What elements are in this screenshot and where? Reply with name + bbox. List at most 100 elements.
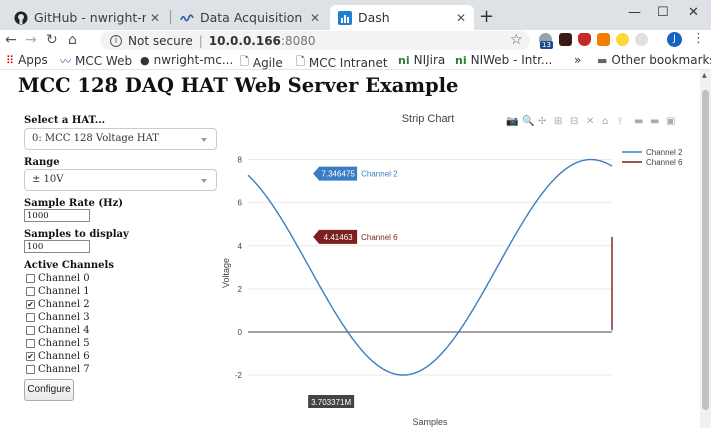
url-port: :8080 [280, 33, 316, 48]
chart-title: Strip Chart [402, 113, 455, 125]
bookmark-star-icon[interactable]: ☆ [510, 32, 523, 48]
checkbox-unchecked-icon[interactable] [26, 365, 35, 374]
pan-icon[interactable]: ✢ [538, 116, 546, 127]
hover-label-channel-6: 4.41463 Channel 6 [313, 229, 398, 244]
mcc-icon [180, 11, 194, 25]
menu-icon[interactable]: ⋮ [692, 31, 705, 46]
channel-checkbox-1[interactable]: Channel 1 [26, 286, 90, 297]
channel-label: Channel 6 [38, 351, 90, 362]
hover-compare-icon[interactable]: ▬ [650, 116, 659, 127]
checkbox-unchecked-icon[interactable] [26, 274, 35, 283]
sample-rate-input[interactable]: 1000 [24, 209, 90, 222]
forward-icon[interactable]: → [25, 30, 37, 50]
extension-icon[interactable] [616, 33, 629, 46]
ni-icon: ni [398, 53, 410, 67]
shield-extension-icon[interactable] [578, 33, 591, 46]
channel-checkbox-0[interactable]: Channel 0 [26, 273, 90, 284]
tab-label: GitHub - nwright-mcc [34, 10, 146, 25]
url-host: 10.0.0.166 [208, 33, 281, 48]
channel-checkbox-3[interactable]: Channel 3 [26, 312, 90, 323]
plotly-logo-icon[interactable]: ▣ [666, 116, 675, 127]
zoom-icon[interactable]: 🔍 [522, 114, 534, 127]
range-label: Range [24, 157, 60, 168]
bookmark-mcc-web[interactable]: 〰 MCC Web [60, 53, 132, 69]
github-icon: ● [140, 53, 150, 67]
checkbox-unchecked-icon[interactable] [26, 339, 35, 348]
scroll-up-icon[interactable]: ▲ [702, 72, 707, 79]
chevron-down-icon [201, 179, 207, 183]
y-tick-label: 6 [238, 199, 243, 208]
new-tab-icon[interactable]: + [479, 6, 494, 27]
chart-legend: Channel 2Channel 6 [622, 148, 683, 167]
configure-button[interactable]: Configure [24, 379, 74, 401]
page-scrollbar[interactable]: ▲ [700, 70, 711, 428]
y-tick-label: 4 [238, 242, 243, 251]
reload-icon[interactable]: ↻ [46, 30, 58, 50]
bookmarks-overflow-icon[interactable]: » [574, 53, 581, 67]
profile-avatar[interactable]: J [667, 32, 682, 47]
tab-dash[interactable]: Dash ✕ [330, 5, 474, 30]
maximize-icon[interactable]: ☐ [657, 5, 669, 20]
hover-closest-icon[interactable]: ▬ [634, 116, 643, 127]
bookmark-apps[interactable]: ⠿ Apps [6, 53, 48, 67]
camera-icon[interactable]: 📷 [506, 116, 518, 127]
checkbox-unchecked-icon[interactable] [26, 313, 35, 322]
range-dropdown[interactable]: ± 10V [24, 169, 217, 191]
series-line-channel-2[interactable] [247, 158, 613, 376]
dash-icon [338, 10, 352, 25]
checkbox-unchecked-icon[interactable] [26, 287, 35, 296]
hover-x-value: 3.703371M [311, 398, 351, 407]
minimize-icon[interactable]: — [628, 5, 641, 20]
extension-icon[interactable] [635, 33, 648, 46]
bookmark-niweb[interactable]: ni NIWeb - Intr... [455, 53, 552, 67]
hover-label-channel-2: 7.346475 Channel 2 [313, 166, 398, 181]
close-window-icon[interactable]: ✕ [688, 5, 699, 20]
other-bookmarks[interactable]: ▬ Other bookmarks [597, 53, 711, 67]
checkbox-checked-icon[interactable]: ✔ [26, 300, 35, 309]
folder-icon: ▬ [597, 53, 608, 67]
close-tab-icon[interactable]: ✕ [146, 11, 160, 25]
close-tab-icon[interactable]: ✕ [452, 11, 466, 25]
y-tick-label: 2 [238, 285, 243, 294]
scrollbar-thumb[interactable] [702, 90, 709, 410]
home-icon[interactable]: ⌂ [68, 30, 77, 50]
channel-checkbox-7[interactable]: Channel 7 [26, 364, 90, 375]
hat-select-dropdown[interactable]: 0: MCC 128 Voltage HAT [24, 128, 217, 150]
bookmark-github[interactable]: ● nwright-mc... [140, 53, 233, 67]
channel-checkbox-5[interactable]: Channel 5 [26, 338, 90, 349]
bookmarks-bar: ⠿ Apps 〰 MCC Web ● nwright-mc... 🗋 Agile 🗋 MC… [0, 51, 711, 70]
checkbox-checked-icon[interactable]: ✔ [26, 352, 35, 361]
zoom-in-icon[interactable]: ⊞ [554, 116, 562, 127]
spike-lines-icon[interactable]: ⫯ [617, 116, 622, 127]
tab-github[interactable]: GitHub - nwright-mcc ✕ [6, 5, 168, 30]
chart-plot-area[interactable] [247, 158, 613, 376]
tab-separator [170, 10, 171, 24]
extension-icon[interactable] [559, 33, 572, 46]
strip-chart[interactable]: Strip Chart 📷🔍✢⊞⊟✕⌂⫯▬▬▣ -2024683.70336M3… [220, 110, 698, 428]
strip-chart-svg[interactable]: Strip Chart 📷🔍✢⊞⊟✕⌂⫯▬▬▣ -2024683.70336M3… [220, 110, 698, 428]
reset-axes-icon[interactable]: ⌂ [602, 116, 608, 127]
bookmark-nijira[interactable]: ni NIJira [398, 53, 445, 67]
back-icon[interactable]: ← [5, 30, 17, 50]
info-icon[interactable]: i [110, 34, 122, 47]
address-bar[interactable]: i Not secure | 10.0.0.166 :8080 [100, 31, 530, 50]
rss-extension-icon[interactable] [597, 33, 610, 46]
url-divider: | [198, 33, 203, 48]
channel-label: Channel 2 [38, 299, 90, 310]
samples-to-display-input[interactable]: 100 [24, 240, 90, 253]
channel-label: Channel 4 [38, 325, 90, 336]
hover-x-label: 3.703371M [308, 395, 355, 408]
checkbox-unchecked-icon[interactable] [26, 326, 35, 335]
channel-checkbox-4[interactable]: Channel 4 [26, 325, 90, 336]
tab-daq[interactable]: Data Acquisition (DAQ ✕ [172, 5, 328, 30]
range-value: ± 10V [32, 174, 64, 185]
channel-label: Channel 5 [38, 338, 90, 349]
samples-to-display-label: Samples to display [24, 229, 129, 240]
zoom-out-icon[interactable]: ⊟ [570, 116, 578, 127]
channel-checkbox-2[interactable]: ✔ Channel 2 [26, 299, 90, 310]
channel-checkbox-6[interactable]: ✔ Channel 6 [26, 351, 90, 362]
close-tab-icon[interactable]: ✕ [306, 11, 320, 25]
tab-label: Data Acquisition (DAQ [200, 10, 306, 25]
autoscale-icon[interactable]: ✕ [586, 116, 594, 127]
ni-icon: ni [455, 53, 467, 67]
